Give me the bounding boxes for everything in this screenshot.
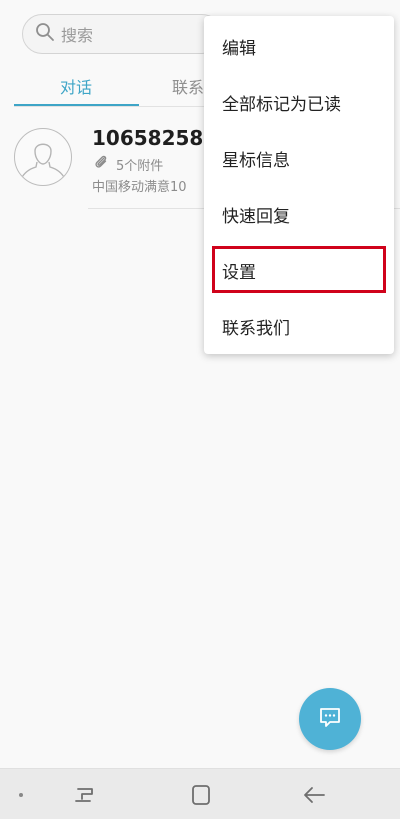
- options-menu: 编辑 全部标记为已读 星标信息 快速回复 设置 联系我们: [204, 16, 394, 354]
- paperclip-icon: [92, 153, 116, 175]
- attachment-count: 5个附件: [116, 158, 164, 174]
- settings-highlight-box: [212, 246, 386, 293]
- conversation-attachments: 5个附件: [92, 153, 163, 175]
- menu-item-edit[interactable]: 编辑: [204, 18, 394, 74]
- messages-screen: 搜索 对话 联系 10658258 5个附件 中国移动满意10 编辑 全部标记为…: [0, 0, 400, 819]
- search-placeholder: 搜索: [61, 26, 94, 45]
- nav-indicator-dot: [19, 793, 23, 797]
- search-bar[interactable]: 搜索: [22, 14, 222, 54]
- navigation-bar: [0, 768, 400, 819]
- tab-conversations[interactable]: 对话: [60, 74, 92, 98]
- menu-item-starred[interactable]: 星标信息: [204, 130, 394, 186]
- search-icon: [35, 22, 61, 46]
- menu-item-quick-reply[interactable]: 快速回复: [204, 186, 394, 242]
- recent-apps-icon[interactable]: [72, 783, 98, 807]
- conversation-preview: 中国移动满意10: [92, 180, 187, 195]
- compose-button[interactable]: [299, 688, 361, 750]
- tab-contacts[interactable]: 联系: [172, 74, 204, 98]
- menu-item-contact-us[interactable]: 联系我们: [204, 298, 394, 354]
- person-icon: [14, 128, 72, 186]
- menu-item-mark-all-read[interactable]: 全部标记为已读: [204, 74, 394, 130]
- back-icon[interactable]: [300, 783, 328, 807]
- conversation-name: 10658258: [92, 126, 204, 150]
- home-icon[interactable]: [188, 783, 214, 807]
- chat-icon: [317, 704, 343, 734]
